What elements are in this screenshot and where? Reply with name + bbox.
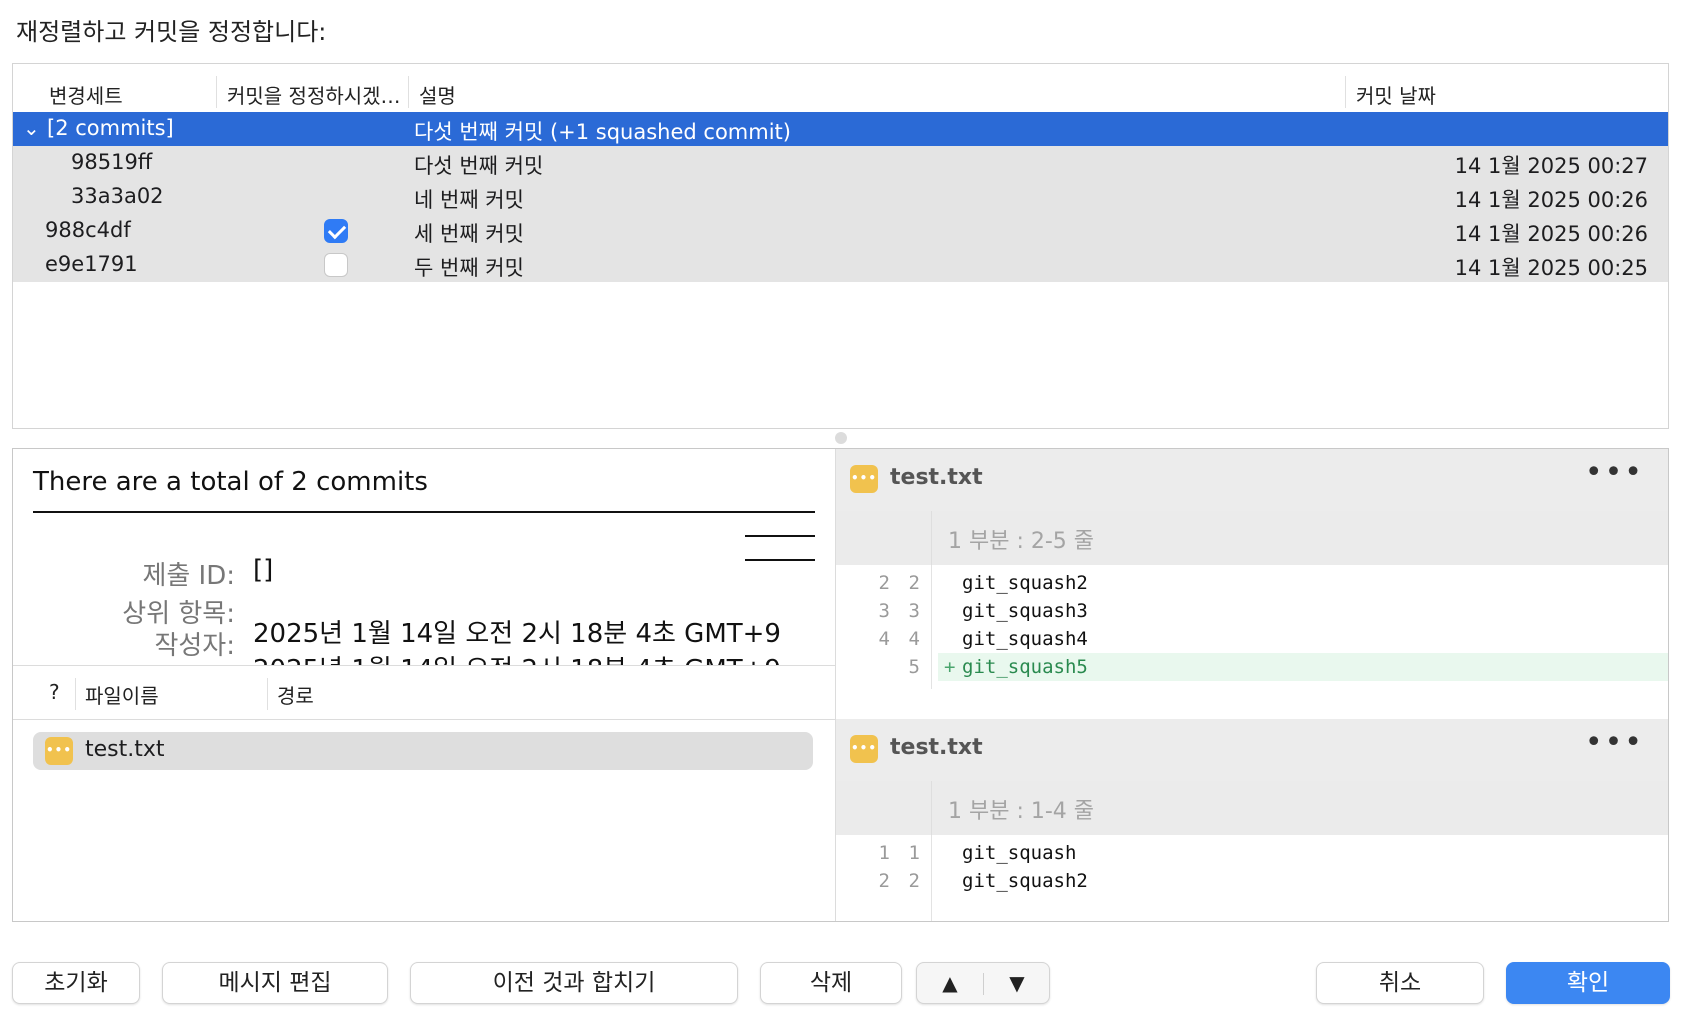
edit-message-button[interactable]: 메시지 편집 [162,962,388,1004]
more-options-icon[interactable]: ••• [1585,455,1644,490]
diff-file-name: test.txt [890,735,983,760]
commit-details: There are a total of 2 commits 제출 ID: []… [13,449,835,665]
column-changeset[interactable]: 변경세트 [49,80,123,109]
commit-row[interactable]: 33a3a02 네 번째 커밋 14 1월 2025 00:26 [13,180,1668,214]
author-label: 작성자: [154,631,235,661]
text-file-icon: ••• [850,735,878,763]
column-separator[interactable] [408,76,409,108]
title-underline [33,511,815,513]
move-up-icon[interactable]: ▲ [917,963,983,1003]
diff-line: 44 git_squash4 [878,628,1088,650]
amend-checkbox[interactable] [324,219,348,243]
file-list-header: ? 파일이름 경로 [13,666,835,720]
move-down-icon[interactable]: ▼ [984,963,1050,1003]
splitter-handle[interactable] [835,432,847,444]
diff-line: 11 git_squash [878,842,1077,864]
commit-id: 33a3a02 [71,184,164,208]
column-separator[interactable] [267,678,268,710]
cancel-button[interactable]: 취소 [1316,962,1484,1004]
delete-button[interactable]: 삭제 [760,962,902,1004]
commit-id: [2 commits] [47,116,174,140]
commit-description: 세 번째 커밋 [414,222,524,246]
hunk-header: 1 부분 : 1-4 줄 [836,781,1668,835]
diff-file-name: test.txt [890,465,983,490]
commit-detail-area: There are a total of 2 commits 제출 ID: []… [12,448,1669,922]
diff-line: 33 git_squash3 [878,600,1088,622]
commit-id: e9e1791 [45,252,138,276]
hunk-range: 1 부분 : 1-4 줄 [948,799,1095,824]
column-status[interactable]: ? [49,680,60,704]
diff-line-added: 5 + git_squash5 [836,653,1668,681]
commit-row[interactable]: 988c4df 세 번째 커밋 14 1월 2025 00:26 [13,214,1668,248]
text-file-icon: ••• [850,465,878,493]
date-value: 2025년 1월 14일 오전 2시 18분 4초 GMT+9 [253,649,781,665]
hunk-range: 1 부분 : 2-5 줄 [948,529,1095,554]
column-separator[interactable] [216,76,217,108]
commit-id: 98519ff [71,150,153,174]
diff-file-header: ••• test.txt ••• [836,449,1668,511]
submit-id-label: 제출 ID: [142,561,235,591]
diff-line: 22 git_squash2 [878,870,1088,892]
commit-date: 14 1월 2025 00:26 [1454,222,1648,246]
more-options-icon[interactable]: ••• [1585,725,1644,760]
commit-date: 14 1월 2025 00:26 [1454,188,1648,212]
file-row[interactable]: ••• test.txt [33,732,813,770]
column-path[interactable]: 경로 [277,680,314,709]
diff-file-header: ••• test.txt ••• [836,719,1668,781]
details-title: There are a total of 2 commits [33,467,428,497]
divider [745,535,815,537]
chevron-down-icon[interactable]: ⌄ [23,116,40,140]
plus-icon: + [944,656,956,678]
commit-description: 네 번째 커밋 [414,188,524,212]
column-separator[interactable] [75,678,76,710]
commit-group-row[interactable]: ⌄ [2 commits] 다섯 번째 커밋 (+1 squashed comm… [13,112,1668,146]
author-value: 2025년 1월 14일 오전 2시 18분 4초 GMT+9 [253,619,781,649]
commit-description: 다섯 번째 커밋 [414,154,544,178]
commit-row[interactable]: 98519ff 다섯 번째 커밋 14 1월 2025 00:27 [13,146,1668,180]
diff-line: 22 git_squash2 [878,572,1088,594]
commit-description: 두 번째 커밋 [414,256,524,280]
hunk-header: 1 부분 : 2-5 줄 [836,511,1668,565]
column-separator[interactable] [1345,76,1346,108]
commit-row[interactable]: e9e1791 두 번째 커밋 14 1월 2025 00:25 [13,248,1668,282]
commit-description: 다섯 번째 커밋 (+1 squashed commit) [414,120,791,144]
column-description[interactable]: 설명 [419,80,456,109]
divider [745,559,815,561]
submit-id-value: [] [253,555,274,585]
file-name: test.txt [85,737,165,762]
diff-view[interactable]: ••• test.txt ••• 1 부분 : 2-5 줄 22 git_squ… [835,449,1668,921]
squash-with-previous-button[interactable]: 이전 것과 합치기 [410,962,738,1004]
commit-table: 변경세트 커밋을 정정하시겠… 설명 커밋 날짜 ⌄ [2 commits] 다… [12,63,1669,429]
reset-button[interactable]: 초기화 [12,962,140,1004]
commit-date: 14 1월 2025 00:27 [1454,154,1648,178]
ok-button[interactable]: 확인 [1506,962,1670,1004]
text-file-icon: ••• [45,737,73,765]
commit-date: 14 1월 2025 00:25 [1454,256,1648,280]
column-filename[interactable]: 파일이름 [85,680,159,709]
commit-id: 988c4df [45,218,131,242]
column-date[interactable]: 커밋 날짜 [1356,80,1436,109]
amend-checkbox[interactable] [324,253,348,277]
reorder-control: ▲ ▼ [916,962,1050,1004]
file-list: ? 파일이름 경로 ••• test.txt [13,665,835,923]
column-amend[interactable]: 커밋을 정정하시겠… [227,80,401,109]
dialog-heading: 재정렬하고 커밋을 정정합니다: [16,18,327,46]
